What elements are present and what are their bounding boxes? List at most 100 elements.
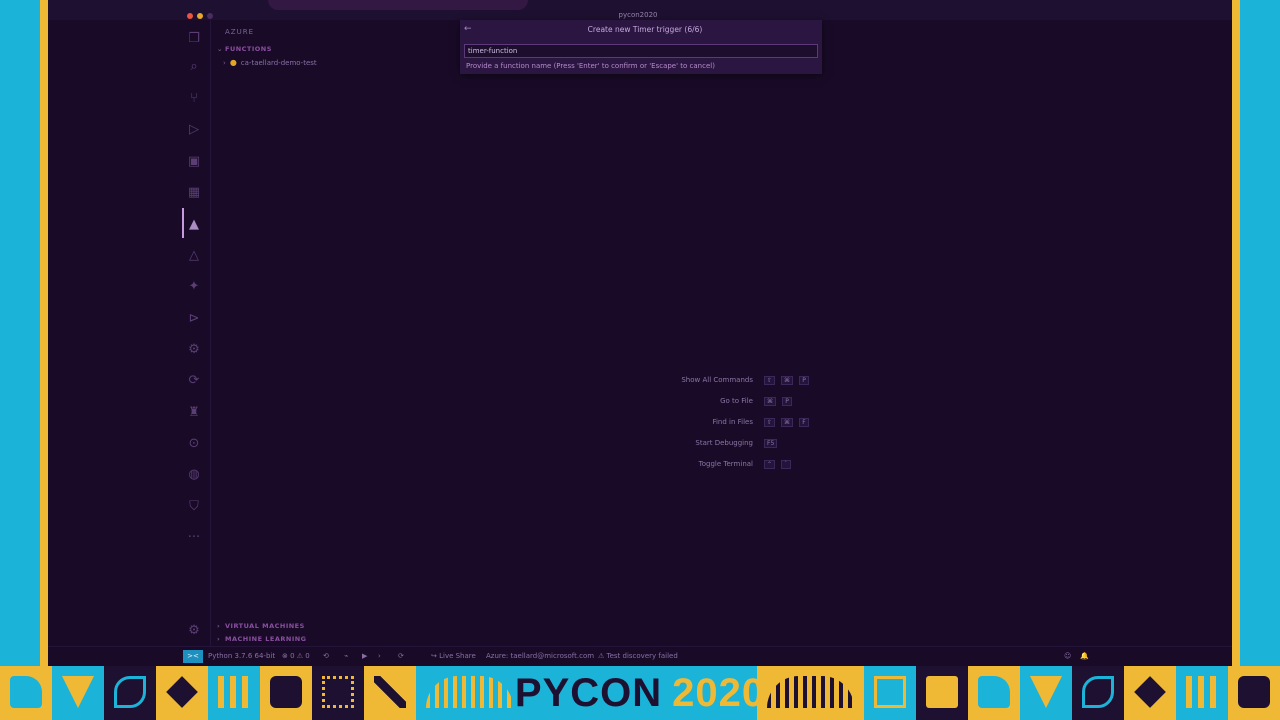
run-icon[interactable]: ▶ xyxy=(362,652,367,660)
account-settings-icon[interactable]: ⚙ xyxy=(177,618,211,642)
p-key: P xyxy=(799,376,810,385)
p-key: P xyxy=(782,397,792,406)
refresh-icon[interactable]: ⟳ xyxy=(398,652,404,660)
cmd-key: ⌘ xyxy=(764,397,776,406)
shift-key: ⇧ xyxy=(764,418,776,427)
function-app-label: ca-taellard-demo-test xyxy=(240,58,317,67)
shortcut-keys: ⇧ ⌘ F xyxy=(764,418,810,427)
settings-gear-icon[interactable]: ⚙ xyxy=(177,337,211,361)
live-share-status-icon: ↪ xyxy=(431,652,440,660)
docker-icon[interactable]: ♜ xyxy=(177,400,211,424)
right-frame-bar xyxy=(1232,0,1240,666)
quick-pick-widget: ← Create new Timer trigger (6/6) timer-f… xyxy=(460,20,822,74)
machine-learning-section-header[interactable]: › MACHINE LEARNING xyxy=(217,635,307,643)
banner-tile-arches-right xyxy=(757,666,864,720)
cmd-key: ⌘ xyxy=(781,376,794,385)
banner-tile-bars-right xyxy=(1176,666,1228,720)
live-share-label: Live Share xyxy=(439,652,476,660)
azure-alt-icon[interactable]: △ xyxy=(177,243,211,267)
problems-indicator[interactable]: ⊗ 0 ⚠ 0 xyxy=(282,652,310,660)
notifications-bell-icon[interactable]: 🔔 xyxy=(1080,652,1089,660)
shortcut-row: Show All Commands ⇧ ⌘ P xyxy=(608,376,868,388)
source-control-icon[interactable]: ⑂ xyxy=(177,86,211,110)
cloud-icon[interactable]: ✦ xyxy=(177,274,211,298)
ctrl-key: ⌃ xyxy=(764,460,776,469)
sync-icon[interactable]: ⟲ xyxy=(323,652,329,660)
shortcut-label: Find in Files xyxy=(712,418,753,426)
banner-tile-tools xyxy=(364,666,416,720)
banner-tile-robot-right xyxy=(1228,666,1280,720)
shortcut-keys: F5 xyxy=(764,439,778,448)
shortcut-keys: ⌘ P xyxy=(764,397,792,406)
shortcut-row: Find in Files ⇧ ⌘ F xyxy=(608,418,868,430)
search-icon[interactable]: ⌕ xyxy=(177,54,211,78)
banner-tile-star-right xyxy=(1124,666,1176,720)
banner-tile-leaf-right xyxy=(1072,666,1124,720)
live-share-icon[interactable]: ⊙ xyxy=(177,431,211,455)
cmd-key: ⌘ xyxy=(781,418,794,427)
shift-key: ⇧ xyxy=(764,376,776,385)
chevron-right-icon: › xyxy=(217,635,221,643)
status-bar: >< Python 3.7.6 64-bit ⊗ 0 ⚠ 0 ⟲ ⌁ ▶ › ⟳… xyxy=(48,646,1232,666)
banner-tile-grid xyxy=(864,666,916,720)
feedback-icon[interactable]: ☺ xyxy=(1064,652,1071,660)
shortcut-keys: ⇧ ⌘ P xyxy=(764,376,810,385)
banner-tile-bars xyxy=(208,666,260,720)
pycon-logo: PYCON 2020 xyxy=(515,666,764,720)
functions-section-header[interactable]: ⌄ FUNCTIONS xyxy=(217,45,272,53)
live-share-button[interactable]: ↪ Live Share xyxy=(431,652,476,660)
close-window-button[interactable] xyxy=(187,13,193,19)
explorer-icon[interactable]: ❐ xyxy=(177,26,211,50)
git-fork-icon[interactable]: ⟳ xyxy=(177,368,211,392)
banner-tile-circuit xyxy=(312,666,364,720)
window-controls xyxy=(187,13,213,19)
shortcut-label: Start Debugging xyxy=(695,439,753,447)
virtual-machines-label: VIRTUAL MACHINES xyxy=(225,622,305,630)
banner-tile-chevron-right xyxy=(1020,666,1072,720)
vscode-window: pycon2020 ❐ ⌕ ⑂ ▷ ▣ ▦ ▲ △ ✦ ⊳ ⚙ ⟳ ♜ ⊙ ◍ … xyxy=(48,0,1232,666)
function-name-input[interactable]: timer-function xyxy=(464,44,818,58)
run-debug-icon[interactable]: ▷ xyxy=(177,117,211,141)
azure-sidebar: AZURE ⌄ FUNCTIONS › ● ca-taellard-demo-te… xyxy=(211,20,461,646)
pycon-year: 2020 xyxy=(672,671,766,715)
active-view-indicator xyxy=(182,208,184,238)
remote-explorer-icon[interactable]: ▦ xyxy=(177,180,211,204)
shield-icon[interactable]: ⛉ xyxy=(177,494,211,518)
machine-learning-label: MACHINE LEARNING xyxy=(225,635,307,643)
shortcut-row: Start Debugging F5 xyxy=(608,439,868,451)
maximize-window-button[interactable] xyxy=(207,13,213,19)
globe-icon[interactable]: ◍ xyxy=(177,462,211,486)
shortcut-row: Toggle Terminal ⌃ ` xyxy=(608,460,868,472)
shortcut-keys: ⌃ ` xyxy=(764,460,792,469)
play-circle-icon[interactable]: ⊳ xyxy=(177,306,211,330)
extensions-icon[interactable]: ▣ xyxy=(177,149,211,173)
ellipsis-icon[interactable]: ··· xyxy=(177,525,211,549)
banner-tile-star xyxy=(156,666,208,720)
back-arrow-icon[interactable]: ← xyxy=(464,24,472,34)
shortcut-label: Toggle Terminal xyxy=(698,460,753,468)
function-app-tree-item[interactable]: › ● ca-taellard-demo-test xyxy=(223,58,317,67)
terminal-icon[interactable]: ⌁ xyxy=(344,652,348,660)
left-frame-bar xyxy=(40,0,48,666)
banner-tile-arches xyxy=(416,666,523,720)
backtick-key: ` xyxy=(781,460,792,469)
chevron-right-icon: › xyxy=(223,58,226,67)
test-status-button[interactable]: ⚠ Test discovery failed xyxy=(598,652,678,660)
quick-pick-title: Create new Timer trigger (6/6) xyxy=(587,25,703,34)
azure-account-button[interactable]: Azure: taellard@microsoft.com xyxy=(486,652,594,660)
virtual-machines-section-header[interactable]: › VIRTUAL MACHINES xyxy=(217,622,305,630)
sidebar-title: AZURE xyxy=(225,28,254,36)
banner-tile-chevron xyxy=(52,666,104,720)
functions-section-label: FUNCTIONS xyxy=(225,45,272,53)
python-interpreter-button[interactable]: Python 3.7.6 64-bit xyxy=(208,652,275,660)
pycon-wordmark: PYCON xyxy=(514,671,663,715)
banner-tile-snake-right xyxy=(968,666,1020,720)
banner-tile-snake xyxy=(0,666,52,720)
chevron-right-icon: › xyxy=(217,622,221,630)
remote-indicator-button[interactable]: >< xyxy=(183,650,203,663)
minimize-window-button[interactable] xyxy=(197,13,203,19)
quick-pick-header: ← Create new Timer trigger (6/6) xyxy=(460,23,822,37)
debug-icon[interactable]: › xyxy=(378,652,381,660)
shortcut-label: Show All Commands xyxy=(681,376,753,384)
activity-bar: ❐ ⌕ ⑂ ▷ ▣ ▦ ▲ △ ✦ ⊳ ⚙ ⟳ ♜ ⊙ ◍ ⛉ ··· ⚙ xyxy=(177,20,211,646)
